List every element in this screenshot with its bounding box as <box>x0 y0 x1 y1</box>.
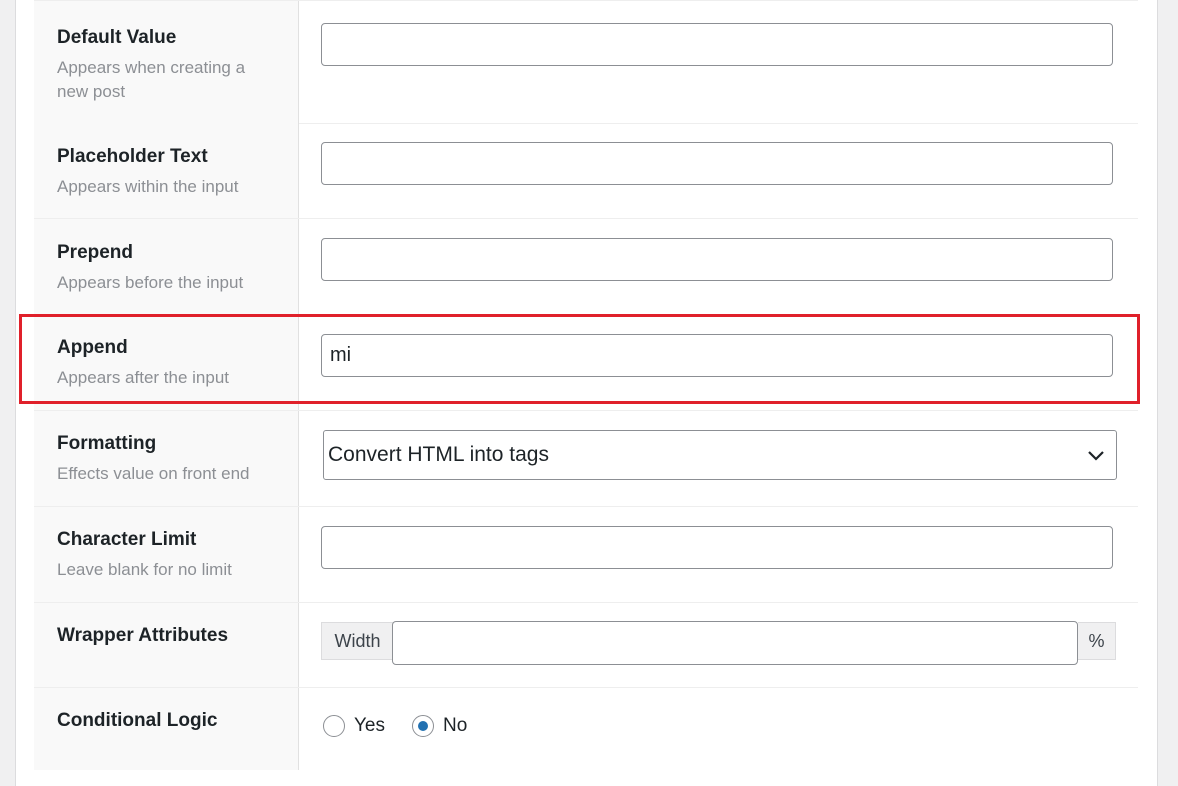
yes-radio[interactable] <box>323 715 345 737</box>
label-column: Character Limit Leave blank for no limit <box>34 507 299 602</box>
default-value-label: Default Value <box>57 27 177 48</box>
character-limit-label: Character Limit <box>57 529 197 550</box>
label-column: Append Appears after the input <box>34 315 299 410</box>
character-limit-description: Leave blank for no limit <box>57 560 232 579</box>
prepend-input[interactable] <box>321 238 1113 281</box>
label-column: Formatting Effects value on front end <box>34 411 299 506</box>
no-radio-label: No <box>443 715 468 736</box>
row-prepend: Prepend Appears before the input <box>34 219 1138 315</box>
placeholder-text-description: Appears within the input <box>57 177 239 196</box>
field-settings-table: Default Value Appears when creating a ne… <box>34 0 1138 770</box>
conditional-logic-no-option[interactable]: No <box>412 715 467 737</box>
label-column: Conditional Logic <box>34 688 299 770</box>
formatting-description: Effects value on front end <box>57 464 250 483</box>
append-label: Append <box>57 337 128 358</box>
label-column: Default Value Appears when creating a ne… <box>34 1 299 123</box>
row-append: Append Appears after the input <box>34 315 1138 411</box>
append-input[interactable] <box>321 334 1113 377</box>
row-character-limit: Character Limit Leave blank for no limit <box>34 507 1138 603</box>
formatting-selected-value: Convert HTML into tags <box>328 443 549 466</box>
width-input[interactable] <box>392 621 1078 665</box>
row-conditional-logic: Conditional Logic Yes No <box>34 688 1138 770</box>
chevron-down-icon <box>1088 451 1104 461</box>
conditional-logic-label: Conditional Logic <box>57 710 218 731</box>
no-radio[interactable] <box>412 715 434 737</box>
yes-radio-label: Yes <box>354 715 385 736</box>
label-column: Prepend Appears before the input <box>34 219 299 314</box>
prepend-description: Appears before the input <box>57 273 244 292</box>
character-limit-input[interactable] <box>321 526 1113 569</box>
row-default-value: Default Value Appears when creating a ne… <box>34 0 1138 124</box>
formatting-label: Formatting <box>57 433 157 454</box>
row-wrapper-attributes: Wrapper Attributes Width % <box>34 603 1138 688</box>
placeholder-text-label: Placeholder Text <box>57 146 208 167</box>
percent-suffix-label: % <box>1078 622 1116 660</box>
width-prefix-label: Width <box>321 622 393 660</box>
label-column: Wrapper Attributes <box>34 603 299 687</box>
width-input-group: Width % <box>321 621 1116 666</box>
conditional-logic-yes-option[interactable]: Yes <box>323 715 385 737</box>
row-formatting: Formatting Effects value on front end Co… <box>34 411 1138 507</box>
default-value-description: Appears when creating a new post <box>57 58 246 101</box>
prepend-label: Prepend <box>57 242 134 263</box>
default-value-input[interactable] <box>321 23 1113 66</box>
wrapper-attributes-label: Wrapper Attributes <box>57 625 229 646</box>
placeholder-text-input[interactable] <box>321 142 1113 185</box>
formatting-select[interactable]: Convert HTML into tags <box>323 430 1117 480</box>
row-placeholder-text: Placeholder Text Appears within the inpu… <box>34 123 1138 219</box>
append-description: Appears after the input <box>57 368 230 387</box>
label-column: Placeholder Text Appears within the inpu… <box>34 123 299 218</box>
